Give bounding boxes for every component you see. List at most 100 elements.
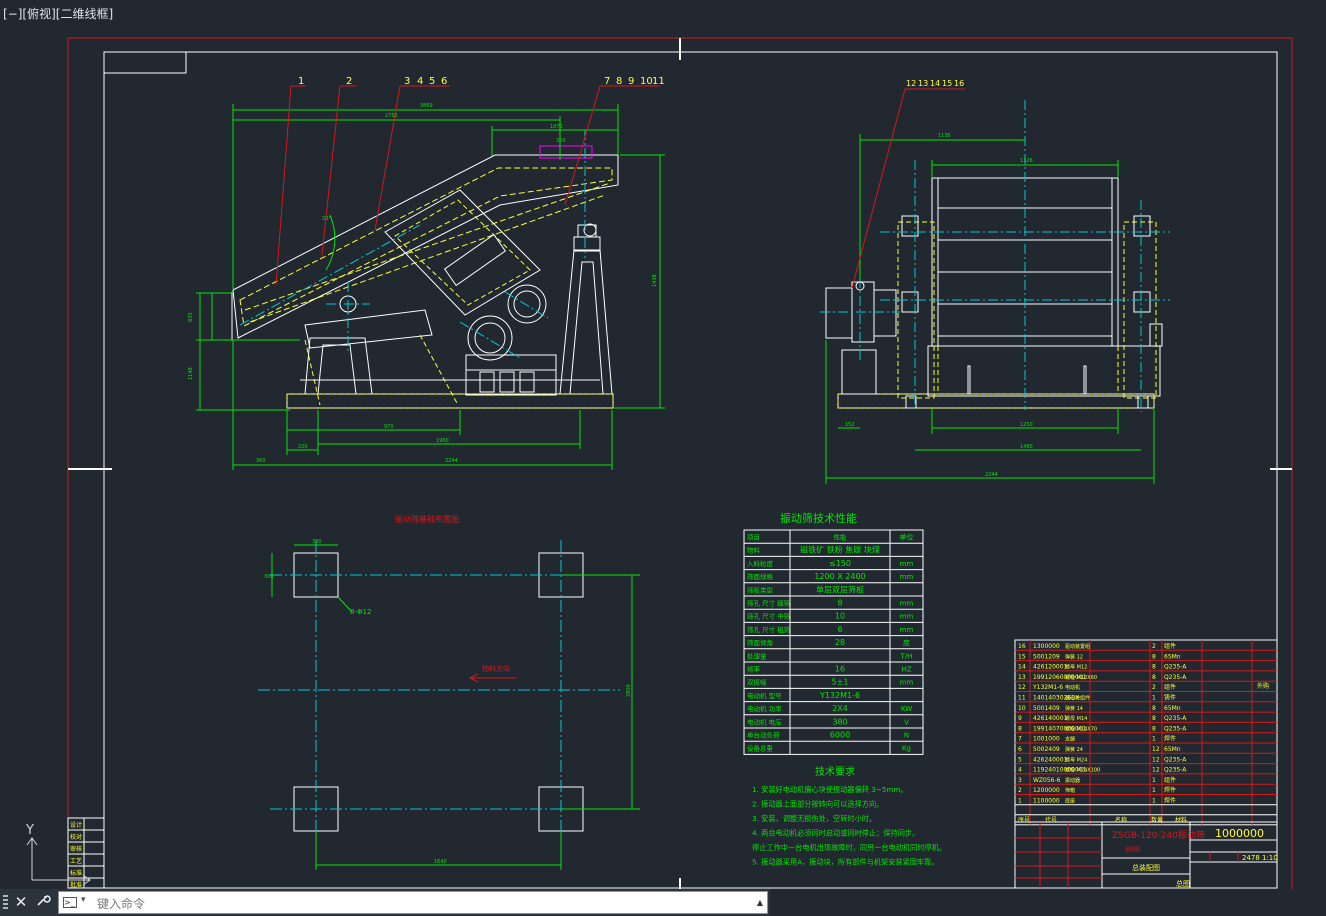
spec-cell-value: 16	[835, 665, 845, 674]
signature-row-label: 标准	[70, 869, 82, 877]
svg-text:3869: 3869	[420, 103, 433, 109]
spec-cell-unit: 单位	[900, 533, 914, 542]
spec-cell-unit: N	[904, 732, 909, 740]
bom-cell: 螺母 M14	[1065, 715, 1087, 722]
view-name: 总装配图	[1132, 863, 1160, 872]
bom-header-cell: 序号	[1018, 816, 1030, 824]
bom-cell: Q235-A	[1164, 664, 1187, 671]
tech-req-title: 技术要求	[815, 765, 855, 778]
spec-cell-label: 处理量	[747, 651, 767, 660]
spec-cell-value: Y132M1-6	[819, 691, 860, 700]
direction-label: 物料方向	[482, 664, 510, 673]
side-view	[196, 85, 665, 470]
spec-cell-unit: mm	[900, 600, 914, 608]
svg-text:5: 5	[429, 76, 435, 87]
bom-cell: 1	[1152, 777, 1156, 784]
svg-text:4: 4	[417, 76, 423, 87]
spec-cell-value: 1200 X 2400	[814, 572, 865, 581]
bom-cell: 焊件	[1164, 797, 1176, 805]
spec-cell-label: 设备总重	[747, 744, 774, 753]
spec-cell-label: 单台动负荷	[747, 731, 780, 740]
tech-req-item: 5. 振动器采用A，振动块，所有部件与机架安装紧固牢靠。	[752, 858, 939, 867]
scale-value: 1:10	[1262, 854, 1278, 862]
tech-req-item: 4. 两台电动机必须同时启动或同时停止；保持同步。	[752, 829, 919, 838]
bom-cell: 11	[1018, 695, 1026, 702]
grip-handle[interactable]	[3, 895, 8, 911]
bom-cell: 426140001	[1033, 715, 1068, 722]
spec-cell-label: 项目	[747, 534, 760, 542]
bore-label: 8-Φ12	[350, 608, 371, 616]
close-icon[interactable]: ✕	[11, 892, 31, 912]
chevron-down-icon[interactable]: ▾	[81, 895, 86, 905]
command-input[interactable]	[95, 894, 749, 914]
bom-cell: 8	[1152, 674, 1156, 681]
bom-note: 外购	[1257, 682, 1269, 690]
bom-cell: 7	[1018, 736, 1022, 743]
bom-cell: 2	[1152, 643, 1156, 650]
svg-text:1640: 1640	[434, 859, 447, 865]
svg-text:1148: 1148	[188, 367, 194, 380]
bom-cell: 6	[1018, 746, 1022, 753]
bom-cell: Q235-A	[1164, 715, 1187, 722]
scroll-arrow-icon[interactable]: ▲	[757, 898, 763, 907]
svg-text:2800: 2800	[626, 684, 632, 697]
spec-cell-unit: 度	[903, 638, 910, 647]
spec-cell-label: 筛面规格	[747, 572, 774, 581]
svg-text:16: 16	[954, 79, 964, 88]
spec-cell-label: 筛孔 尺寸 粗筛	[747, 625, 791, 634]
bom-cell: 1	[1152, 787, 1156, 794]
bom-cell: 2	[1018, 787, 1022, 794]
svg-text:970: 970	[384, 424, 394, 430]
spec-cell-unit: mm	[900, 679, 914, 687]
bom-cell: 1	[1152, 798, 1156, 805]
bom-cell: 8	[1018, 725, 1022, 732]
spec-cell-label: 电动机 电压	[747, 717, 782, 726]
svg-text:300: 300	[556, 138, 566, 144]
signature-row-label: 审核	[70, 845, 82, 853]
svg-text:8: 8	[616, 76, 622, 87]
drawing-canvas[interactable]: 3869 2752 1870 300 835 1148 1438 970 196…	[0, 0, 1326, 889]
spec-table-title: 振动筛技术性能	[780, 511, 857, 525]
spec-cell-label: 双振幅	[747, 678, 767, 687]
bom-cell: 12	[1152, 756, 1160, 763]
svg-text:2244: 2244	[985, 472, 998, 478]
tech-req-item: 3. 安装，调整无损伤处，空转时小时。	[752, 814, 876, 823]
signature-row-label: 批准	[70, 881, 82, 889]
spec-cell-label: 频率	[747, 665, 761, 674]
svg-text:9: 9	[628, 76, 634, 87]
spec-cell-value: 单层双层筛板	[816, 584, 864, 594]
bom-cell: 13	[1018, 674, 1026, 681]
drawing-number: 1000000	[1215, 827, 1264, 840]
svg-text:7: 7	[604, 76, 610, 87]
tech-requirements: 1. 安装好电动机偏心块使振动器偏转 3~5mm。 2. 振动器上面部分按转向可以…	[752, 785, 946, 867]
command-prompt-icon[interactable]: >_	[63, 897, 77, 908]
spec-cell-unit: mm	[900, 560, 914, 568]
spec-cell-unit: HZ	[901, 666, 911, 674]
bom-cell: 65Mn	[1164, 705, 1181, 712]
spec-cell-value: 5±1	[832, 678, 849, 687]
bom-cell: 组件	[1164, 642, 1176, 650]
svg-text:13: 13	[918, 79, 928, 88]
svg-text:300: 300	[264, 574, 274, 580]
bom-cell: 螺栓 M24X100	[1065, 767, 1100, 774]
bom-cell: 5	[1018, 756, 1022, 763]
wrench-icon[interactable]	[33, 892, 53, 912]
bom-cell: 驱动装置组	[1065, 643, 1090, 650]
bom-cell: 弹簧 14	[1065, 705, 1083, 712]
signature-row-label: 设计	[70, 821, 82, 829]
spec-cell-label: 电动机 型号	[747, 691, 782, 700]
bom-cell: Q235-A	[1164, 674, 1187, 681]
spec-cell-unit: mm	[900, 613, 914, 621]
foundation-plan	[258, 540, 640, 870]
spec-cell-label: 筛孔 尺寸 中筛	[747, 612, 791, 621]
spec-cell-label: 筛孔 尺寸 细筛	[747, 599, 791, 608]
bom-cell: 2	[1152, 684, 1156, 691]
tech-req-item: 停止工作中一台电机出现故障时，同另一台电动机同时停机。	[752, 843, 946, 852]
command-input-box[interactable]: >_ ▾ ▲	[58, 891, 768, 914]
bom-cell: 15	[1018, 653, 1026, 660]
bom-cell: 5002409	[1033, 746, 1060, 753]
bom-cell: 8	[1152, 664, 1156, 671]
svg-text:1480: 1480	[1020, 444, 1033, 450]
inner-frame	[103, 51, 1278, 889]
bom-cell: 1	[1018, 798, 1022, 805]
